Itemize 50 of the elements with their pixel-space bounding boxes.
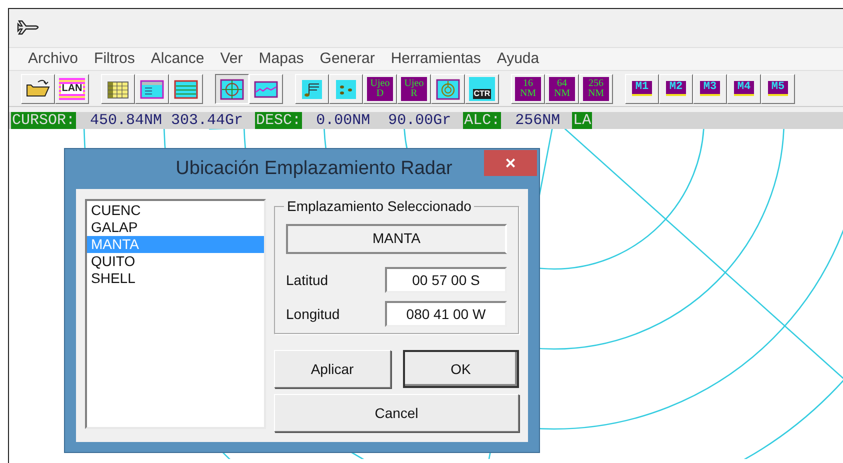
status-label: LA	[572, 112, 592, 129]
memory-button[interactable]: M2	[659, 74, 693, 104]
field-label: Longitud	[286, 304, 340, 324]
memory-button[interactable]: M4	[727, 74, 761, 104]
menu-item[interactable]: Mapas	[252, 48, 311, 70]
menu-item[interactable]: Generar	[312, 48, 382, 70]
ctr-button[interactable]: CTR	[465, 74, 499, 104]
menu-item[interactable]: Alcance	[144, 48, 212, 70]
memory-button[interactable]: M5	[761, 74, 795, 104]
dialog-button[interactable]: OK	[402, 350, 519, 388]
menu-item[interactable]: Filtros	[87, 48, 142, 70]
table-button[interactable]	[101, 74, 135, 104]
menu-item[interactable]: Ver	[213, 48, 250, 70]
toolbar-button[interactable]: Ujeo R	[397, 74, 431, 104]
grid-button[interactable]	[135, 74, 169, 104]
coordinate-field[interactable]: 00 57 00 S	[385, 267, 507, 293]
dots-button[interactable]	[329, 74, 363, 104]
dialog-button[interactable]: Aplicar	[274, 350, 390, 388]
dialog-title: Ubicación Emplazamiento Radar	[176, 156, 452, 181]
status-label: CURSOR:	[11, 112, 76, 129]
range-button[interactable]: 16 NM	[511, 74, 545, 104]
crosshair-button[interactable]	[215, 74, 249, 104]
site-item[interactable]: QUITO	[87, 253, 264, 270]
open-button[interactable]	[21, 74, 55, 104]
status-value: 256NM	[515, 112, 560, 129]
range-button[interactable]: 64 NM	[545, 74, 579, 104]
lan-button[interactable]: LAN	[55, 74, 89, 104]
selected-site-display: MANTA	[286, 224, 507, 254]
status-value: 0.00NM 90.00Gr	[316, 112, 452, 129]
staff-button[interactable]	[295, 74, 329, 104]
site-item[interactable]: SHELL	[87, 270, 264, 287]
menu-item[interactable]: Herramientas	[384, 48, 488, 70]
lines-button[interactable]	[169, 74, 203, 104]
memory-button[interactable]: M3	[693, 74, 727, 104]
memory-button[interactable]: M1	[625, 74, 659, 104]
toolbar-button[interactable]: Ujeo D	[363, 74, 397, 104]
field-label: Latitud	[286, 270, 328, 290]
waveform-button[interactable]	[249, 74, 283, 104]
site-item[interactable]: CUENC	[87, 202, 264, 219]
range-button[interactable]: 256 NM	[579, 74, 613, 104]
coordinate-field[interactable]: 080 41 00 W	[385, 301, 507, 327]
menu-item[interactable]: Archivo	[21, 48, 86, 70]
dialog-button[interactable]: Cancel	[274, 394, 519, 432]
status-label: DESC:	[255, 112, 302, 129]
status-value: 450.84NM 303.44Gr	[90, 112, 244, 129]
status-label: ALC:	[463, 112, 502, 129]
rings-button[interactable]	[431, 74, 465, 104]
menu-item[interactable]: Ayuda	[490, 48, 546, 70]
site-item[interactable]: GALAP	[87, 219, 264, 236]
close-button[interactable]: ×	[484, 150, 537, 176]
